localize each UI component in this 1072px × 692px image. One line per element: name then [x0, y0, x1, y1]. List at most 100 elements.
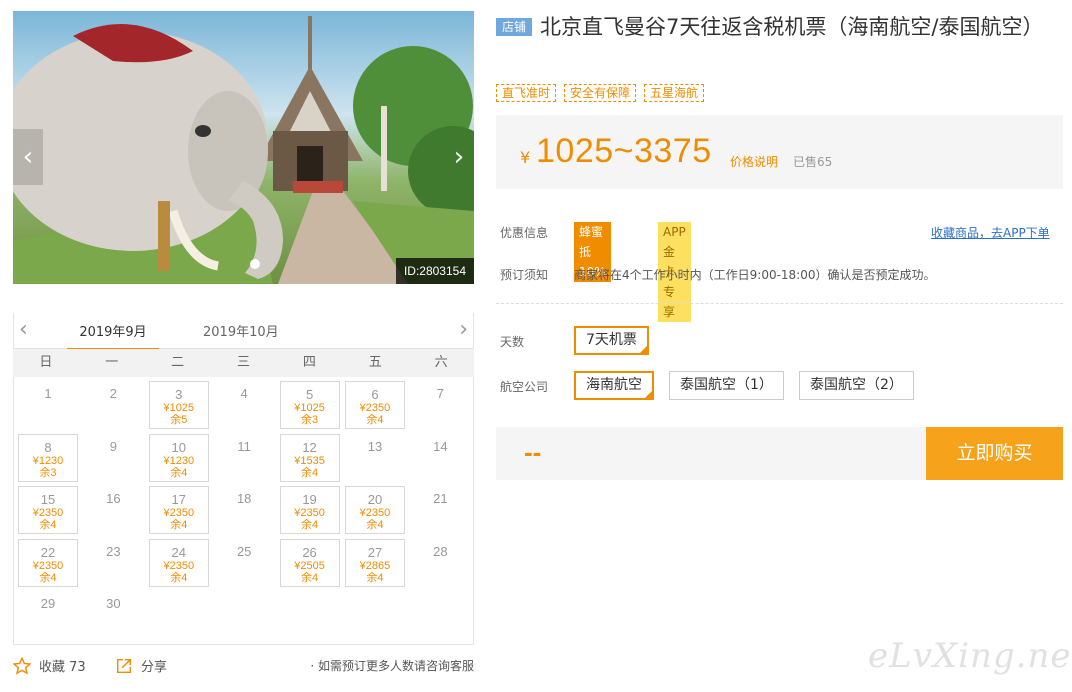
weekday-label: 一 [105, 355, 119, 370]
calendar-day-stock: 余4 [366, 414, 384, 426]
sold-count: 已售65 [793, 155, 833, 169]
airline-option-thai-1[interactable]: 泰国航空（1） [669, 371, 784, 400]
calendar-day: 11 [209, 432, 274, 485]
calendar-day: 23 [78, 537, 143, 590]
photo-next-button[interactable]: › [444, 129, 474, 185]
calendar-day-stock: 余4 [170, 466, 188, 479]
calendar-day-box[interactable]: 24 ¥2350 余4 [148, 538, 209, 587]
calendar-day-box[interactable]: 8 ¥1230 余3 [18, 433, 78, 482]
calendar-day-available[interactable]: 12 ¥1535 余4 [275, 432, 340, 485]
share-button[interactable]: 分享 [115, 656, 167, 675]
calendar-day-available[interactable]: 24 ¥2350 余4 [144, 537, 209, 590]
product-photo-carousel[interactable]: ‹ › ID:2803154 [13, 11, 474, 284]
calendar-day-available[interactable]: 27 ¥2865 余4 [340, 537, 405, 590]
calendar-day-price: ¥1025 [294, 402, 325, 414]
calendar-day-box: 21 [410, 486, 470, 534]
photo-prev-button[interactable]: ‹ [13, 129, 43, 185]
calendar-day-price: ¥2350 [359, 507, 391, 519]
calendar-day-box: 28 [410, 539, 470, 587]
calendar-day-box[interactable]: 3 ¥1025 余5 [148, 381, 209, 429]
calendar-day: 13 [340, 432, 405, 485]
weekday-label: 四 [302, 355, 316, 370]
calendar-day-box[interactable]: 17 ¥2350 余4 [148, 486, 209, 534]
favorite-go-app-link[interactable]: 收藏商品，去APP下单 [931, 224, 1050, 241]
calendar-day [405, 589, 470, 642]
weekday-label: 日 [39, 355, 53, 370]
calendar-day-stock: 余3 [39, 466, 57, 479]
calendar-day-stock: 余4 [170, 571, 188, 584]
calendar-day-stock: 余4 [170, 519, 188, 531]
temple-elephant-photo [13, 16, 474, 284]
calendar-day-number: 24 [171, 544, 187, 560]
calendar-day-box[interactable]: 15 ¥2350 余4 [18, 486, 78, 534]
calendar-day-box[interactable]: 26 ¥2505 余4 [279, 538, 340, 587]
price-explain-link[interactable]: 价格说明 [730, 153, 778, 170]
calendar-grid: 1 2 3 ¥1025 余5 4 5 ¥1025 余3 6 ¥2350 余4 7 8 ¥1230 余3 9 10 ¥… [13, 379, 474, 642]
calendar-day-box: 23 [83, 539, 143, 587]
calendar-day-number: 13 [367, 438, 383, 454]
calendar-day-number: 16 [106, 491, 121, 506]
carousel-dot[interactable] [250, 259, 260, 269]
calendar-day-box[interactable]: 20 ¥2350 余4 [344, 486, 405, 534]
calendar-day-available[interactable]: 5 ¥1025 余3 [275, 379, 340, 432]
calendar-day-number: 4 [240, 386, 248, 401]
product-tag: 安全有保障 [564, 84, 637, 102]
favorite-button[interactable]: 收藏 73 [13, 656, 86, 675]
calendar-day-number: 1 [44, 386, 52, 401]
calendar-day-box[interactable]: 6 ¥2350 余4 [344, 381, 405, 429]
calendar-day-stock: 余4 [301, 466, 319, 479]
calendar-day-box: 1 [18, 381, 78, 429]
calendar-day-available[interactable]: 8 ¥1230 余3 [13, 432, 78, 485]
buy-now-button[interactable]: 立即购买 [926, 427, 1063, 480]
calendar-week-row: 29 30 [13, 589, 474, 642]
calendar-day-box[interactable]: 27 ¥2865 余4 [344, 538, 405, 587]
calendar-day-available[interactable]: 22 ¥2350 余4 [13, 537, 78, 590]
calendar-day-box [410, 591, 470, 639]
bottom-actions: 收藏 73 分享 · 如需预订更多人数请咨询客服 [13, 652, 474, 678]
calendar-day-price: ¥1025 [163, 402, 195, 414]
calendar-day-box: 13 [345, 434, 405, 482]
airline-option-hainan[interactable]: 海南航空 [574, 371, 654, 400]
calendar-day-box[interactable]: 19 ¥2350 余4 [279, 486, 340, 534]
calendar-day-box [280, 591, 340, 639]
calendar-day-box: 16 [83, 486, 143, 534]
calendar-day-stock: 余4 [366, 519, 384, 531]
calendar-day-box: 7 [410, 381, 470, 429]
calendar-day: 16 [78, 484, 143, 537]
calendar-day-number: 8 [44, 439, 52, 455]
calendar-day-available[interactable]: 17 ¥2350 余4 [144, 484, 209, 537]
selected-total-price: -- [524, 437, 542, 467]
product-title: 北京直飞曼谷7天往返含税机票（海南航空/泰国航空） [540, 15, 1044, 39]
calendar-day-available[interactable]: 19 ¥2350 余4 [275, 484, 340, 537]
calendar-day-available[interactable]: 6 ¥2350 余4 [340, 379, 405, 432]
calendar-day-available[interactable]: 10 ¥1230 余4 [144, 432, 209, 485]
share-icon [116, 658, 132, 673]
calendar-weekday-row: 日 一 二 三 四 五 六 [13, 349, 474, 377]
calendar-day-number: 28 [433, 543, 448, 559]
weekday-label: 二 [171, 355, 185, 370]
weekday-label: 三 [237, 355, 251, 370]
calendar-day-available[interactable]: 26 ¥2505 余4 [275, 537, 340, 590]
days-option-selected[interactable]: 7天机票 [574, 326, 649, 355]
calendar-week-row: 8 ¥1230 余3 9 10 ¥1230 余4 11 12 ¥1535 余4 13 14 [13, 432, 474, 485]
calendar-week-row: 15 ¥2350 余4 16 17 ¥2350 余4 18 19 ¥2350 余4 20 ¥2350 余4… [13, 484, 474, 537]
calendar-day-price: ¥2350 [163, 507, 195, 519]
calendar-day: 9 [78, 432, 143, 485]
price-box: ¥ 1025~3375 价格说明 已售65 [496, 115, 1063, 189]
calendar-day-box[interactable]: 5 ¥1025 余3 [279, 381, 340, 429]
calendar-day-box: 14 [410, 434, 470, 482]
calendar-day [209, 589, 274, 642]
promo-label: 优惠信息 [500, 226, 549, 240]
calendar-day-box[interactable]: 22 ¥2350 余4 [18, 538, 78, 587]
airline-option-thai-2[interactable]: 泰国航空（2） [799, 371, 914, 400]
calendar-day-box[interactable]: 10 ¥1230 余4 [148, 433, 209, 482]
calendar-day-stock: 余4 [366, 571, 384, 584]
calendar-day-box[interactable]: 12 ¥1535 余4 [279, 433, 340, 482]
calendar-day-available[interactable]: 3 ¥1025 余5 [144, 379, 209, 432]
calendar-day-available[interactable]: 15 ¥2350 余4 [13, 484, 78, 537]
calendar-day: 25 [209, 537, 274, 590]
calendar-day-box: 18 [214, 486, 274, 534]
calendar-day-box: 11 [214, 434, 274, 482]
calendar-day: 30 [78, 589, 143, 642]
calendar-day-available[interactable]: 20 ¥2350 余4 [340, 484, 405, 537]
